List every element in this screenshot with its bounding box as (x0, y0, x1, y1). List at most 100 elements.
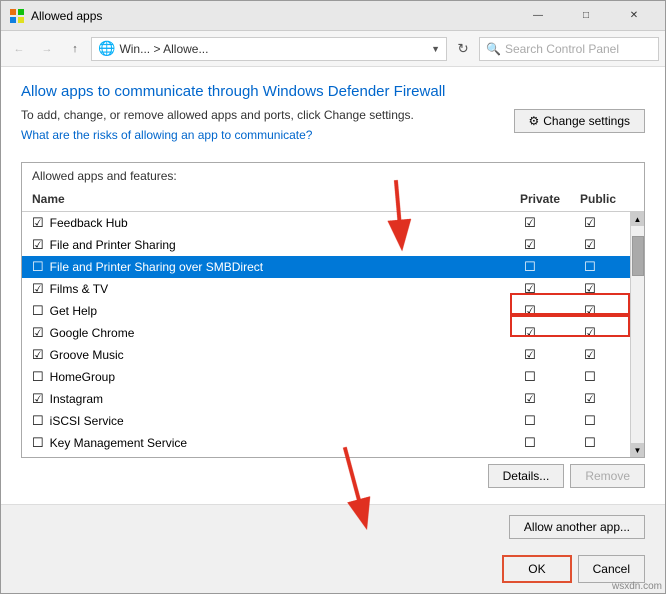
address-dropdown-icon[interactable]: ▼ (431, 44, 440, 54)
scroll-up[interactable]: ▲ (631, 212, 645, 226)
private-check-icon: ☐ (524, 435, 536, 451)
app-row[interactable]: ☐ iSCSI Service ☐ ☐ (22, 410, 630, 432)
app-label: Groove Music (50, 348, 124, 362)
nav-bar: ← → ↑ 🌐 Win... > Allowe... ▼ ↻ 🔍 Search … (1, 31, 665, 67)
window-icon (9, 8, 25, 24)
private-check-icon: ☑ (524, 281, 536, 297)
scroll-down[interactable]: ▼ (631, 443, 645, 457)
address-bar: 🌐 Win... > Allowe... ▼ (91, 37, 447, 61)
public-check-icon: ☑ (584, 347, 596, 363)
private-check-icon: ☐ (524, 413, 536, 429)
app-row[interactable]: ☑ Feedback Hub ☑ ☑ (22, 212, 630, 234)
app-public-check: ☑ (560, 303, 620, 319)
app-label: File and Printer Sharing over SMBDirect (50, 260, 263, 274)
scroll-thumb[interactable] (632, 236, 644, 276)
address-text: Win... > Allowe... (119, 42, 427, 56)
apps-list[interactable]: ☑ Feedback Hub ☑ ☑ ☑ File and Printer Sh… (22, 212, 630, 457)
app-name: ☑ Feedback Hub (32, 215, 500, 231)
change-settings-button[interactable]: ⚙ Change settings (514, 109, 646, 133)
window-controls: — □ ✕ (515, 1, 657, 31)
app-public-check: ☑ (560, 325, 620, 341)
app-check-icon: ☑ (32, 325, 44, 341)
cancel-button[interactable]: Cancel (578, 555, 645, 583)
col-public-header: Public (570, 192, 630, 206)
app-label: File and Printer Sharing (50, 238, 176, 252)
private-check-icon: ☑ (524, 325, 536, 341)
page-title: Allow apps to communicate through Window… (21, 83, 504, 100)
app-label: Google Chrome (50, 326, 135, 340)
apps-table-header: Name Private Public (22, 187, 644, 212)
app-row[interactable]: ☐ HomeGroup ☐ ☐ (22, 366, 630, 388)
app-row[interactable]: ☑ Google Chrome ☑ ☑ (22, 322, 630, 344)
app-row[interactable]: ☐ Get Help ☑ ☑ (22, 300, 630, 322)
private-check-icon: ☐ (524, 259, 536, 275)
public-check-icon: ☑ (584, 215, 596, 231)
app-name: ☑ File and Printer Sharing (32, 237, 500, 253)
close-button[interactable]: ✕ (611, 1, 657, 31)
public-check-icon: ☐ (584, 413, 596, 429)
page-subtitle: To add, change, or remove allowed apps a… (21, 108, 504, 122)
app-label: Feedback Hub (50, 216, 128, 230)
app-private-check: ☑ (500, 391, 560, 407)
app-check-icon: ☐ (32, 435, 44, 451)
app-public-check: ☑ (560, 281, 620, 297)
col-private-header: Private (510, 192, 570, 206)
footer: Allow another app... (1, 504, 665, 549)
app-row[interactable]: ☑ Mail and Calendar ☑ ☑ (22, 454, 630, 457)
app-check-icon: ☐ (32, 303, 44, 319)
app-private-check: ☑ (500, 215, 560, 231)
refresh-button[interactable]: ↻ (451, 37, 475, 61)
forward-button[interactable]: → (35, 37, 59, 61)
apps-table-outer: Name Private Public ☑ Feedback Hub ☑ ☑ ☑… (22, 187, 644, 457)
apps-panel-title: Allowed apps and features: (22, 163, 644, 187)
risks-link[interactable]: What are the risks of allowing an app to… (21, 128, 312, 142)
main-window: Allowed apps — □ ✕ ← → ↑ 🌐 Win... > Allo… (0, 0, 666, 594)
remove-button[interactable]: Remove (570, 464, 645, 488)
apps-list-container: ☑ Feedback Hub ☑ ☑ ☑ File and Printer Sh… (22, 212, 644, 457)
app-check-icon: ☐ (32, 259, 44, 275)
app-private-check: ☑ (500, 347, 560, 363)
allow-another-button[interactable]: Allow another app... (509, 515, 645, 539)
scrollbar[interactable]: ▲ ▼ (630, 212, 644, 457)
public-check-icon: ☑ (584, 391, 596, 407)
search-box[interactable]: 🔍 Search Control Panel (479, 37, 659, 61)
title-bar: Allowed apps — □ ✕ (1, 1, 665, 31)
watermark: wsxdn.com (612, 581, 662, 592)
app-private-check: ☑ (500, 303, 560, 319)
app-row[interactable]: ☐ File and Printer Sharing over SMBDirec… (22, 256, 630, 278)
app-row[interactable]: ☑ Groove Music ☑ ☑ (22, 344, 630, 366)
minimize-button[interactable]: — (515, 1, 561, 31)
app-private-check: ☐ (500, 259, 560, 275)
app-check-icon: ☐ (32, 413, 44, 429)
app-private-check: ☐ (500, 413, 560, 429)
app-name: ☑ Instagram (32, 391, 500, 407)
app-name: ☑ Groove Music (32, 347, 500, 363)
app-row[interactable]: ☑ File and Printer Sharing ☑ ☑ (22, 234, 630, 256)
app-check-icon: ☑ (32, 347, 44, 363)
app-public-check: ☑ (560, 347, 620, 363)
back-button[interactable]: ← (7, 37, 31, 61)
app-public-check: ☐ (560, 259, 620, 275)
app-check-icon: ☑ (32, 281, 44, 297)
app-private-check: ☑ (500, 237, 560, 253)
app-public-check: ☑ (560, 215, 620, 231)
app-row[interactable]: ☑ Films & TV ☑ ☑ (22, 278, 630, 300)
app-name: ☑ Films & TV (32, 281, 500, 297)
app-private-check: ☑ (500, 281, 560, 297)
public-check-icon: ☑ (584, 237, 596, 253)
up-button[interactable]: ↑ (63, 37, 87, 61)
app-check-icon: ☑ (32, 215, 44, 231)
app-row[interactable]: ☑ Instagram ☑ ☑ (22, 388, 630, 410)
public-check-icon: ☐ (584, 435, 596, 451)
app-public-check: ☐ (560, 413, 620, 429)
app-private-check: ☐ (500, 369, 560, 385)
header-left: Allow apps to communicate through Window… (21, 83, 504, 152)
ok-button[interactable]: OK (502, 555, 571, 583)
maximize-button[interactable]: □ (563, 1, 609, 31)
app-label: Get Help (50, 304, 97, 318)
app-name: ☐ HomeGroup (32, 369, 500, 385)
details-button[interactable]: Details... (488, 464, 565, 488)
window-title: Allowed apps (31, 9, 515, 23)
app-row[interactable]: ☐ Key Management Service ☐ ☐ (22, 432, 630, 454)
app-name: ☑ Google Chrome (32, 325, 500, 341)
